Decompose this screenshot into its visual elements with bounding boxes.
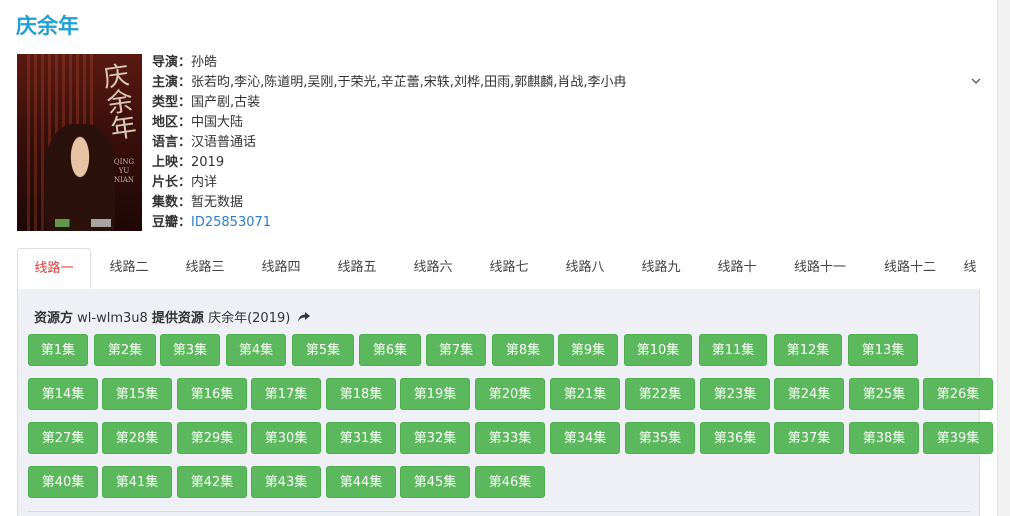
info-region: 地区：中国大陆 — [152, 115, 244, 130]
source-value: wl-wlm3u8 — [77, 311, 148, 326]
episode-button[interactable]: 第18集 — [326, 378, 396, 410]
episode-button[interactable]: 第38集 — [849, 422, 919, 454]
info-episodes: 集数：暂无数据 — [152, 195, 244, 210]
episode-button[interactable]: 第2集 — [94, 334, 156, 366]
episode-button[interactable]: 第46集 — [475, 466, 545, 498]
info-release: 上映：2019 — [152, 155, 225, 170]
episode-button[interactable]: 第32集 — [400, 422, 470, 454]
tab-line-3[interactable]: 线路三 — [167, 248, 243, 288]
episode-button[interactable]: 第33集 — [475, 422, 545, 454]
episode-button[interactable]: 第1集 — [28, 334, 88, 366]
episode-button[interactable]: 第12集 — [774, 334, 842, 366]
poster-calligraphy: 庆余年 — [101, 60, 139, 146]
tab-line-1[interactable]: 线路一 — [17, 248, 91, 289]
episode-button[interactable]: 第43集 — [251, 466, 321, 498]
provider-value: 庆余年(2019) — [208, 311, 291, 326]
episode-button[interactable]: 第31集 — [326, 422, 396, 454]
episode-button[interactable]: 第16集 — [177, 378, 247, 410]
episode-button[interactable]: 第42集 — [177, 466, 247, 498]
episode-button[interactable]: 第19集 — [400, 378, 470, 410]
episode-button[interactable]: 第40集 — [28, 466, 98, 498]
episode-panel: 资源方 wl-wlm3u8 提供资源 庆余年(2019) 第1集 第2集 第3集 第4… — [17, 289, 993, 516]
episode-button[interactable]: 第10集 — [624, 334, 692, 366]
episode-button[interactable]: 第13集 — [848, 334, 918, 366]
episode-button[interactable]: 第5集 — [292, 334, 354, 366]
episode-button[interactable]: 第29集 — [177, 422, 247, 454]
episode-button[interactable]: 第44集 — [326, 466, 396, 498]
episode-button[interactable]: 第41集 — [102, 466, 172, 498]
tab-line-13[interactable]: 线 — [955, 248, 980, 288]
episode-button[interactable]: 第20集 — [475, 378, 545, 410]
tab-line-8[interactable]: 线路八 — [547, 248, 623, 288]
page-scrollbar-gutter — [997, 0, 1010, 516]
episode-button[interactable]: 第17集 — [251, 378, 321, 410]
episode-button[interactable]: 第14集 — [28, 378, 98, 410]
episode-button[interactable]: 第22集 — [625, 378, 695, 410]
poster-figure — [45, 124, 115, 231]
chevron-down-icon[interactable] — [971, 74, 981, 88]
episode-button[interactable]: 第26集 — [923, 378, 993, 410]
episode-button[interactable]: 第21集 — [550, 378, 620, 410]
info-block: 导演：孙皓 主演：张若昀,李沁,陈道明,吴刚,于荣光,辛芷蕾,宋轶,刘桦,田雨,… — [152, 53, 972, 233]
poster-logos — [55, 219, 135, 227]
episode-button[interactable]: 第39集 — [923, 422, 993, 454]
poster-image: 庆余年 QING YU NIAN — [17, 54, 142, 231]
tab-line-7[interactable]: 线路七 — [471, 248, 547, 288]
tab-line-9[interactable]: 线路九 — [623, 248, 699, 288]
info-cast: 主演：张若昀,李沁,陈道明,吴刚,于荣光,辛芷蕾,宋轶,刘桦,田雨,郭麒麟,肖战… — [152, 75, 627, 90]
tab-line-2[interactable]: 线路二 — [91, 248, 167, 288]
episode-button[interactable]: 第45集 — [400, 466, 470, 498]
panel-bottom-divider — [28, 511, 970, 512]
tab-line-6[interactable]: 线路六 — [395, 248, 471, 288]
episode-button[interactable]: 第24集 — [774, 378, 844, 410]
tab-line-5[interactable]: 线路五 — [319, 248, 395, 288]
episode-button[interactable]: 第34集 — [550, 422, 620, 454]
episode-button[interactable]: 第4集 — [226, 334, 286, 366]
line-tabs: 线路一 线路二 线路三 线路四 线路五 线路六 线路七 线路八 线路九 线路十 线路十一 线路十二线 — [17, 248, 980, 290]
episode-button[interactable]: 第35集 — [625, 422, 695, 454]
info-douban: 豆瓣：ID25853071 — [152, 215, 272, 230]
tab-line-10[interactable]: 线路十 — [699, 248, 775, 288]
episode-button[interactable]: 第7集 — [426, 334, 486, 366]
info-length: 片长：内详 — [152, 175, 218, 190]
episode-button[interactable]: 第37集 — [774, 422, 844, 454]
episode-button[interactable]: 第23集 — [700, 378, 770, 410]
info-language: 语言：汉语普通话 — [152, 135, 257, 150]
info-type: 类型：国产剧,古装 — [152, 95, 261, 110]
tab-line-11[interactable]: 线路十一 — [775, 248, 865, 288]
episode-button[interactable]: 第28集 — [102, 422, 172, 454]
episode-button[interactable]: 第15集 — [102, 378, 172, 410]
share-arrow-icon[interactable] — [297, 311, 311, 327]
episode-button[interactable]: 第27集 — [28, 422, 98, 454]
info-director: 导演：孙皓 — [152, 55, 218, 70]
page-title: 庆余年 — [16, 14, 79, 38]
poster-english-title: QING YU NIAN — [113, 158, 135, 184]
episode-button[interactable]: 第9集 — [558, 334, 618, 366]
episode-button[interactable]: 第3集 — [160, 334, 220, 366]
tab-line-12[interactable]: 线路十二 — [865, 248, 955, 288]
episode-button[interactable]: 第8集 — [492, 334, 554, 366]
source-line: 资源方 wl-wlm3u8 提供资源 庆余年(2019) — [34, 307, 311, 327]
tab-line-4[interactable]: 线路四 — [243, 248, 319, 288]
episode-button[interactable]: 第6集 — [359, 334, 421, 366]
episode-button[interactable]: 第36集 — [700, 422, 770, 454]
douban-link[interactable]: ID25853071 — [191, 215, 271, 230]
episode-button[interactable]: 第11集 — [699, 334, 767, 366]
episode-button[interactable]: 第25集 — [849, 378, 919, 410]
episode-button[interactable]: 第30集 — [251, 422, 321, 454]
